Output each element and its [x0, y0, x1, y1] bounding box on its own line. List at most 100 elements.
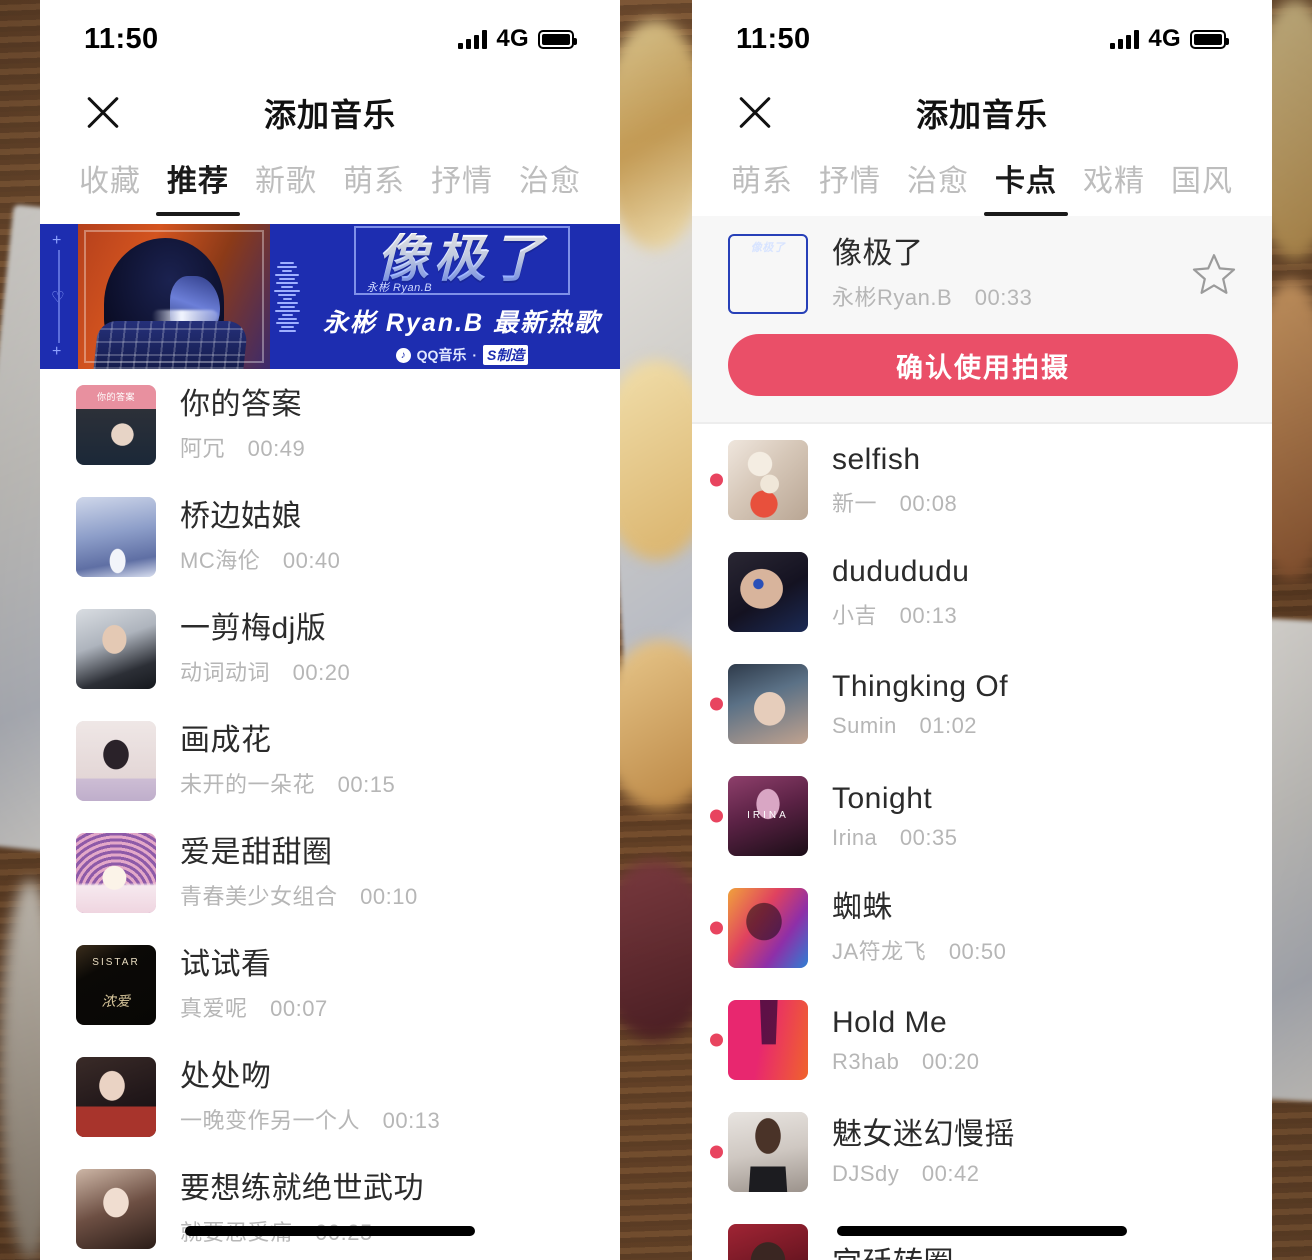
selected-song-artist: 永彬Ryan.B — [832, 285, 953, 310]
album-art — [76, 1169, 156, 1249]
song-row-3[interactable]: Thingking Of Sumin 01:02 — [692, 648, 1272, 760]
song-meta: 画成花 未开的一朵花 00:15 — [180, 723, 586, 799]
status-time: 11:50 — [84, 22, 159, 55]
song-row-6[interactable]: SISTAR 浓爱 试试看 真爱呢 00:07 — [40, 929, 620, 1041]
song-meta: 试试看 真爱呢 00:07 — [180, 947, 586, 1023]
album-art — [728, 440, 808, 520]
song-row-2[interactable]: 桥边姑娘 MC海伦 00:40 — [40, 481, 620, 593]
tab-shuqing[interactable]: 抒情 — [418, 156, 506, 216]
status-time: 11:50 — [736, 22, 811, 55]
status-indicators: 4G — [458, 25, 577, 53]
tab-xijing[interactable]: 戏精 — [1070, 156, 1158, 216]
song-row-7[interactable]: 处处吻 一晚变作另一个人 00:13 — [40, 1041, 620, 1153]
song-meta: Tonight Irina 00:35 — [832, 781, 1238, 851]
confirm-use-button[interactable]: 确认使用拍摄 — [728, 334, 1238, 396]
song-artist: 动词动词 — [180, 660, 271, 685]
selected-song-card: 像极了 像极了 永彬Ryan.B 00:33 确认使用拍摄 — [692, 216, 1272, 422]
song-subtitle: 新一 00:08 — [832, 486, 1238, 518]
home-indicator-right — [837, 1226, 1127, 1236]
song-artist: 小吉 — [832, 603, 878, 628]
song-subtitle: Sumin 01:02 — [832, 713, 1238, 739]
tab-kadian[interactable]: 卡点 — [982, 156, 1070, 216]
nav-bar-right: 添加音乐 — [692, 78, 1272, 148]
song-row-2[interactable]: dudududu 小吉 00:13 — [692, 536, 1272, 648]
song-meta: dudududu 小吉 00:13 — [832, 554, 1238, 630]
song-artist: 青春美少女组合 — [180, 884, 338, 909]
song-title: 桥边姑娘 — [180, 500, 302, 533]
tab-mengxi[interactable]: 萌系 — [718, 156, 806, 216]
tab-shuqing[interactable]: 抒情 — [806, 156, 894, 216]
song-meta: 你的答案 阿冗 00:49 — [180, 387, 586, 463]
song-artist: 一晚变作另一个人 — [180, 1108, 361, 1133]
phone-screen-right: 11:50 4G 添加音乐 萌系 抒情 治愈 卡点 戏精 国风 像极了 像极了 — [692, 0, 1272, 1260]
song-title: 你的答案 — [180, 388, 302, 421]
song-row-4[interactable]: 画成花 未开的一朵花 00:15 — [40, 705, 620, 817]
promo-banner[interactable]: + ♡ + 像极了 永彬 Ryan.B 永彬 Rya — [40, 224, 620, 369]
tab-shoucang[interactable]: 收藏 — [66, 156, 154, 216]
song-artist: MC海伦 — [180, 548, 261, 573]
song-list-right[interactable]: selfish 新一 00:08 dudududu 小吉 00:13 Thing… — [692, 424, 1272, 1260]
selected-song-row[interactable]: 像极了 像极了 永彬Ryan.B 00:33 — [728, 234, 1238, 314]
song-subtitle: 动词动词 00:20 — [180, 655, 586, 687]
song-title: 试试看 — [180, 948, 272, 981]
song-meta: 桥边姑娘 MC海伦 00:40 — [180, 499, 586, 575]
song-subtitle: DJSdy 00:42 — [832, 1161, 1238, 1187]
song-row-3[interactable]: 一剪梅dj版 动词动词 00:20 — [40, 593, 620, 705]
album-art — [728, 664, 808, 744]
song-duration: 00:49 — [247, 436, 306, 461]
tab-mengxi[interactable]: 萌系 — [330, 156, 418, 216]
song-duration: 00:42 — [921, 1161, 980, 1186]
song-artist: Irina — [832, 825, 878, 850]
song-row-5[interactable]: 爱是甜甜圈 青春美少女组合 00:10 — [40, 817, 620, 929]
album-art — [728, 552, 808, 632]
banner-title: 像极了 — [376, 230, 548, 288]
tab-xinge[interactable]: 新歌 — [242, 156, 330, 216]
song-subtitle: R3hab 00:20 — [832, 1049, 1238, 1075]
song-row-7[interactable]: 魅女迷幻慢摇 DJSdy 00:42 — [692, 1096, 1272, 1208]
song-meta: 处处吻 一晚变作另一个人 00:13 — [180, 1059, 586, 1135]
album-art: 你的答案 — [76, 385, 156, 465]
signal-bars-icon — [1110, 29, 1140, 49]
network-type-label: 4G — [1148, 25, 1181, 52]
song-duration: 00:10 — [360, 884, 418, 909]
song-artist: 阿冗 — [180, 436, 226, 461]
song-title: 画成花 — [180, 724, 272, 757]
tab-zhiyu[interactable]: 治愈 — [506, 156, 594, 216]
song-title: 宫廷转圈 — [832, 1246, 1238, 1260]
status-indicators: 4G — [1110, 25, 1229, 53]
tab-zhiyu[interactable]: 治愈 — [894, 156, 982, 216]
album-art: SISTAR 浓爱 — [76, 945, 156, 1025]
tab-guofeng[interactable]: 国风 — [1158, 156, 1246, 216]
page-title: 添加音乐 — [263, 97, 396, 133]
song-subtitle: 青春美少女组合 00:10 — [180, 879, 586, 911]
album-art — [76, 609, 156, 689]
plus-icon: + — [52, 232, 62, 249]
banner-title-box: 像极了 永彬 Ryan.B — [354, 226, 570, 295]
status-bar-left: 11:50 4G — [40, 0, 620, 78]
song-title: Tonight — [832, 782, 933, 815]
song-meta: 一剪梅dj版 动词动词 00:20 — [180, 611, 586, 687]
star-outline-icon[interactable] — [1190, 250, 1238, 298]
song-subtitle: JA符龙飞 00:50 — [832, 934, 1238, 966]
album-art — [76, 1057, 156, 1137]
song-meta: 魅女迷幻慢摇 DJSdy 00:42 — [832, 1117, 1238, 1187]
song-row-8[interactable]: 要想练就绝世武功 就要忍受痛 00:25 — [40, 1153, 620, 1260]
song-row-1[interactable]: selfish 新一 00:08 — [692, 424, 1272, 536]
banner-subtitle: 永彬 Ryan.B 最新热歌 — [322, 309, 602, 337]
song-list-left[interactable]: 你的答案 你的答案 阿冗 00:49 桥边姑娘 MC海伦 00:40 一剪梅dj… — [40, 369, 620, 1260]
plus-icon-2: + — [52, 343, 62, 360]
song-duration: 00:07 — [270, 996, 328, 1021]
song-row-6[interactable]: Hold Me R3hab 00:20 — [692, 984, 1272, 1096]
song-meta: Hold Me R3hab 00:20 — [832, 1005, 1238, 1075]
song-title: 蜘蛛 — [832, 891, 893, 924]
phone-screen-left: 11:50 4G 添加音乐 收藏 推荐 新歌 萌系 抒情 治愈 + ♡ + — [40, 0, 620, 1260]
song-row-1[interactable]: 你的答案 你的答案 阿冗 00:49 — [40, 369, 620, 481]
tab-tuijian[interactable]: 推荐 — [154, 156, 242, 216]
category-tabs-right: 萌系 抒情 治愈 卡点 戏精 国风 — [692, 148, 1272, 216]
credit-qq-label: QQ音乐 — [416, 347, 467, 363]
song-row-4[interactable]: IRINA Tonight Irina 00:35 — [692, 760, 1272, 872]
category-tabs-left: 收藏 推荐 新歌 萌系 抒情 治愈 — [40, 148, 620, 216]
song-artist: R3hab — [832, 1049, 900, 1074]
song-row-5[interactable]: 蜘蛛 JA符龙飞 00:50 — [692, 872, 1272, 984]
new-marker-dot — [710, 473, 723, 487]
